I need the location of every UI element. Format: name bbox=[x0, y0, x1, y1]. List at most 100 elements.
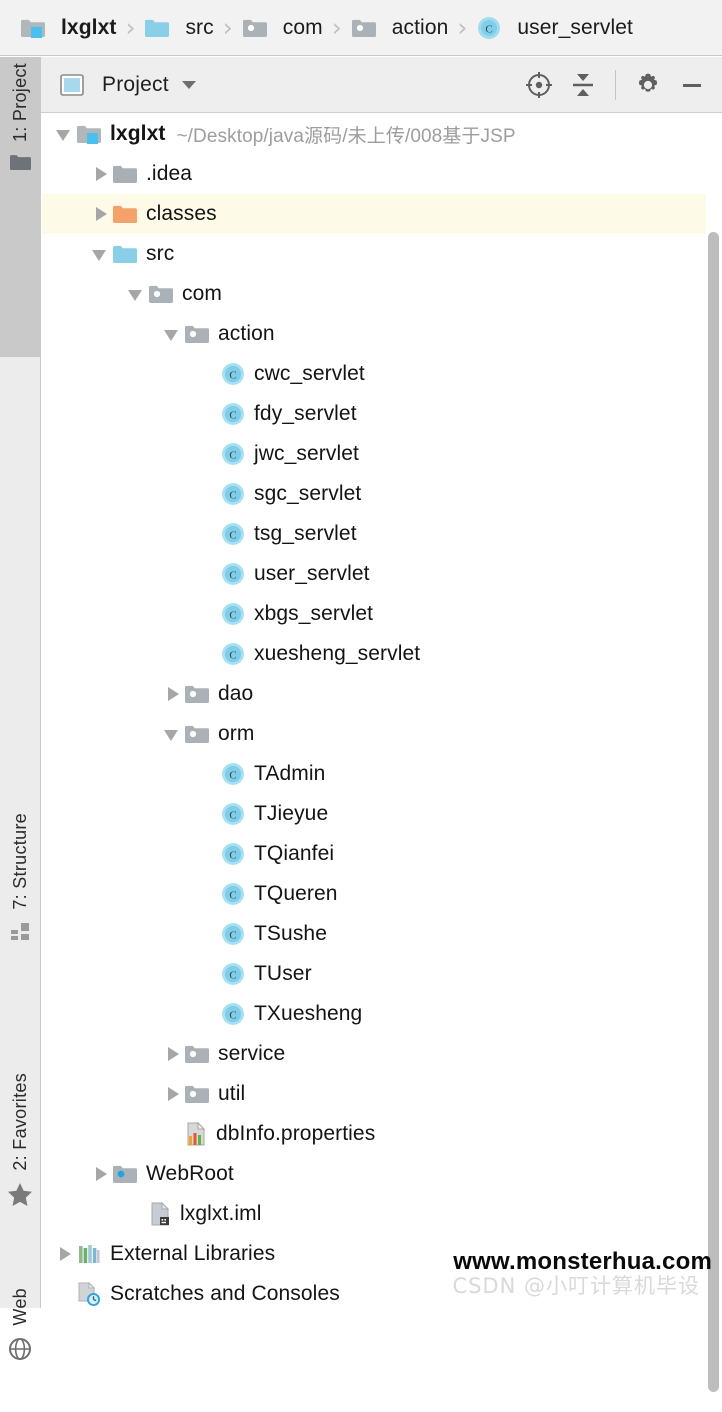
java-class-icon: C bbox=[220, 561, 246, 587]
collapse-all-button[interactable] bbox=[563, 65, 603, 105]
sidebar-item-structure[interactable]: 7: Structure bbox=[0, 807, 40, 1057]
tree-row-label: jwc_servlet bbox=[254, 442, 359, 465]
scrollbar-thumb[interactable] bbox=[708, 232, 719, 1392]
stripe-label-structure: 7: Structure bbox=[9, 813, 30, 910]
tree-row[interactable]: util bbox=[42, 1074, 722, 1114]
tree-row[interactable]: lxglxt ~/Desktop/java源码/未上传/008基于JSP bbox=[42, 114, 722, 154]
tree-row-label: dao bbox=[218, 682, 254, 705]
settings-button[interactable] bbox=[628, 65, 668, 105]
svg-text:C: C bbox=[229, 769, 236, 781]
breadcrumb-item-lxglxt[interactable]: lxglxt bbox=[20, 0, 116, 55]
tree-row-label: lxglxt.iml bbox=[180, 1202, 262, 1225]
tree-row[interactable]: action bbox=[42, 314, 722, 354]
tree-row[interactable]: orm bbox=[42, 714, 722, 754]
expand-arrow-open-icon[interactable] bbox=[162, 723, 184, 745]
expand-arrow-placeholder bbox=[198, 763, 220, 785]
tree-row-label: TAdmin bbox=[254, 762, 326, 785]
breadcrumb-label: com bbox=[282, 15, 323, 39]
expand-arrow-closed-icon[interactable] bbox=[162, 1083, 184, 1105]
breadcrumb-separator: › bbox=[457, 13, 468, 42]
structure-blocks-icon bbox=[9, 921, 31, 946]
package-folder-icon bbox=[242, 17, 268, 39]
tree-row[interactable]: .idea bbox=[42, 154, 722, 194]
tree-row[interactable]: Cfdy_servlet bbox=[42, 394, 722, 434]
tree-row[interactable]: Cjwc_servlet bbox=[42, 434, 722, 474]
breadcrumb-item-user_servlet[interactable]: C user_servlet bbox=[476, 0, 633, 55]
tree-row-label: user_servlet bbox=[254, 562, 370, 585]
expand-arrow-closed-icon[interactable] bbox=[162, 683, 184, 705]
breadcrumb-item-src[interactable]: src bbox=[144, 0, 214, 55]
expand-arrow-closed-icon[interactable] bbox=[54, 1243, 76, 1265]
stripe-label-project: 1: Project bbox=[9, 63, 30, 143]
vertical-scrollbar[interactable] bbox=[706, 114, 722, 1392]
tree-row[interactable]: C TAdmin bbox=[42, 754, 722, 794]
tree-row-label: service bbox=[218, 1042, 286, 1065]
tree-row[interactable]: C TJieyue bbox=[42, 794, 722, 834]
toolwindow-actions bbox=[519, 65, 712, 105]
java-class-icon: C bbox=[220, 841, 246, 867]
tree-row[interactable]: lxglxt.iml bbox=[42, 1194, 722, 1234]
expand-arrow-placeholder bbox=[198, 643, 220, 665]
java-class-icon: C bbox=[220, 641, 246, 667]
tree-row[interactable]: C TQueren bbox=[42, 874, 722, 914]
tree-row[interactable]: WebRoot bbox=[42, 1154, 722, 1194]
tree-row[interactable]: service bbox=[42, 1034, 722, 1074]
tree-row-label: TQueren bbox=[254, 882, 338, 905]
hide-button[interactable] bbox=[672, 65, 712, 105]
properties-file-icon bbox=[184, 1121, 208, 1147]
tree-row-label: WebRoot bbox=[146, 1162, 234, 1185]
tree-row[interactable]: C TUser bbox=[42, 954, 722, 994]
svg-text:C: C bbox=[229, 609, 236, 621]
tree-row-label: classes bbox=[146, 202, 217, 225]
stripe-label-web: Web bbox=[9, 1288, 30, 1326]
expand-arrow-placeholder bbox=[198, 843, 220, 865]
web-folder-icon bbox=[112, 1163, 138, 1185]
expand-arrow-open-icon[interactable] bbox=[90, 243, 112, 265]
expand-arrow-closed-icon[interactable] bbox=[90, 1163, 112, 1185]
tree-row-label: .idea bbox=[146, 162, 193, 185]
module-folder-icon bbox=[76, 123, 102, 145]
tree-row[interactable]: com bbox=[42, 274, 722, 314]
chevron-down-icon[interactable] bbox=[181, 80, 196, 89]
expand-arrow-closed-icon[interactable] bbox=[90, 203, 112, 225]
tree-row[interactable]: dao bbox=[42, 674, 722, 714]
tree-row[interactable]: C TSushe bbox=[42, 914, 722, 954]
tree-row[interactable]: Ctsg_servlet bbox=[42, 514, 722, 554]
excluded-folder-icon bbox=[112, 203, 138, 225]
sidebar-item-web[interactable]: Web bbox=[0, 1282, 40, 1412]
java-class-icon: C bbox=[220, 881, 246, 907]
toolbar-divider bbox=[615, 69, 616, 100]
expand-arrow-open-icon[interactable] bbox=[162, 323, 184, 345]
csdn-watermark: CSDN @小叮计算机毕设 bbox=[452, 1274, 700, 1298]
breadcrumb-separator: › bbox=[222, 13, 233, 42]
tree-row[interactable]: C TXuesheng bbox=[42, 994, 722, 1034]
java-class-icon: C bbox=[220, 401, 246, 427]
breadcrumb-item-com[interactable]: com bbox=[242, 0, 323, 55]
expand-arrow-closed-icon[interactable] bbox=[162, 1043, 184, 1065]
tree-row[interactable]: Cxbgs_servlet bbox=[42, 594, 722, 634]
folder-icon bbox=[112, 163, 138, 185]
package-folder-icon bbox=[351, 17, 377, 39]
project-tree[interactable]: lxglxt ~/Desktop/java源码/未上传/008基于JSP .idea… bbox=[42, 114, 722, 1308]
tree-row[interactable]: Cxuesheng_servlet bbox=[42, 634, 722, 674]
tree-row[interactable]: dbInfo.properties bbox=[42, 1114, 722, 1154]
tree-row[interactable]: Cuser_servlet bbox=[42, 554, 722, 594]
tree-row[interactable]: src bbox=[42, 234, 722, 274]
java-class-icon: C bbox=[476, 15, 502, 41]
breadcrumb-item-action[interactable]: action bbox=[351, 0, 449, 55]
sidebar-item-favorites[interactable]: 2: Favorites bbox=[0, 1067, 40, 1277]
expand-arrow-open-icon[interactable] bbox=[126, 283, 148, 305]
expand-arrow-closed-icon[interactable] bbox=[90, 163, 112, 185]
select-opened-file-button[interactable] bbox=[519, 65, 559, 105]
tree-row[interactable]: Csgc_servlet bbox=[42, 474, 722, 514]
tree-row[interactable]: C TQianfei bbox=[42, 834, 722, 874]
expand-arrow-open-icon[interactable] bbox=[54, 123, 76, 145]
sidebar-item-project[interactable]: 1: Project bbox=[0, 57, 40, 357]
svg-text:C: C bbox=[229, 649, 236, 661]
tree-row[interactable]: Ccwc_servlet bbox=[42, 354, 722, 394]
libraries-icon bbox=[76, 1242, 102, 1266]
tree-row-label: orm bbox=[218, 722, 255, 745]
tree-row-label: xbgs_servlet bbox=[254, 602, 374, 625]
star-icon bbox=[7, 1182, 33, 1212]
tree-row[interactable]: classes bbox=[42, 194, 722, 234]
